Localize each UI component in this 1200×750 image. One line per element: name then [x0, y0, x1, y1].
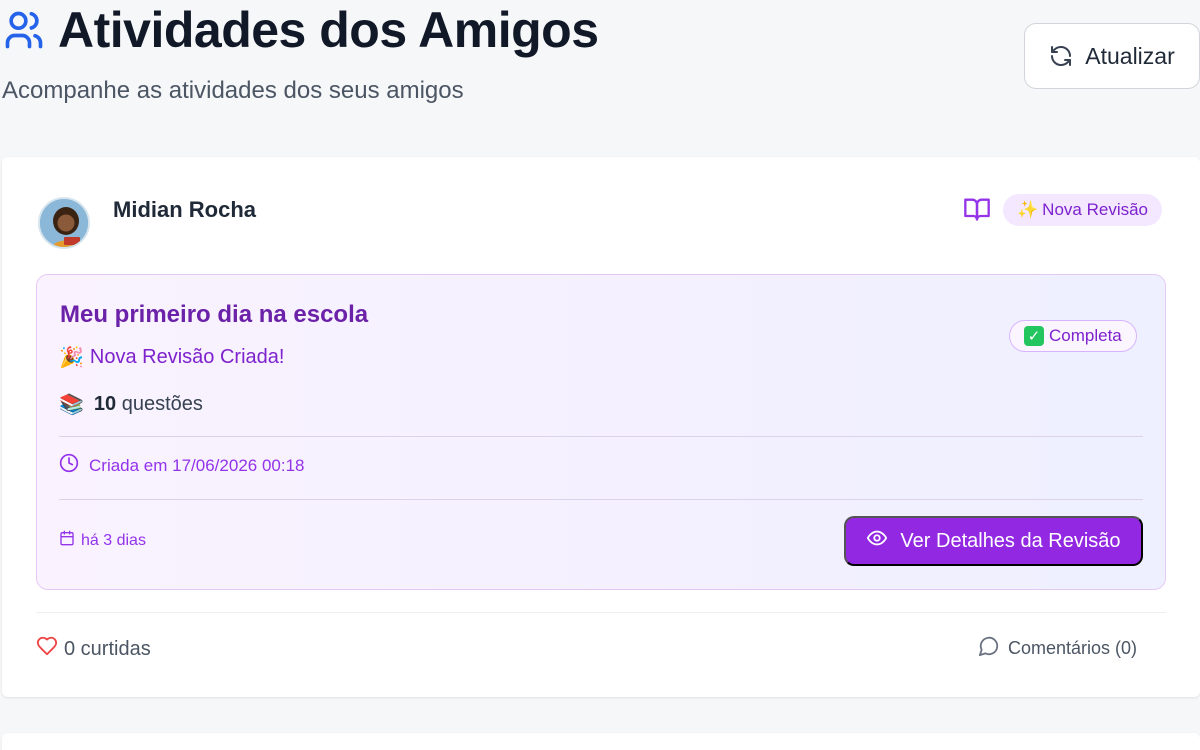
- card-footer-divider: [36, 612, 1166, 613]
- questions-count: 10: [93, 392, 117, 415]
- sparkles-icon: ✨: [1017, 200, 1039, 220]
- activity-card: Midian Rocha ✨ Nova Revisão Meu primeiro…: [2, 157, 1200, 697]
- page-header: Atividades dos Amigos Acompanhe as ativi…: [0, 0, 1200, 150]
- check-icon: ✓: [1024, 326, 1044, 346]
- avatar[interactable]: [38, 197, 90, 249]
- title-row: Atividades dos Amigos: [2, 2, 599, 58]
- questions-line: 📚 10 questões: [59, 392, 203, 416]
- activity-type-label: Nova Revisão: [1042, 200, 1148, 219]
- activity-type-badge: ✨ Nova Revisão: [1003, 194, 1162, 226]
- comments-button[interactable]: Comentários (0): [978, 635, 1137, 662]
- relative-date: há 3 dias: [81, 531, 146, 549]
- next-activity-card: [2, 733, 1200, 750]
- questions-text: 10 questões: [94, 393, 203, 416]
- review-summary-panel: Meu primeiro dia na escola ✓ Completa 🎉 …: [36, 274, 1166, 590]
- comment-bubble-icon: [978, 635, 1000, 662]
- refresh-icon: [1049, 44, 1073, 68]
- comments-label: Comentários (0): [1008, 638, 1138, 658]
- event-text: Nova Revisão Criada!: [89, 345, 285, 368]
- view-review-details-label: Ver Detalhes da Revisão: [900, 529, 1121, 552]
- book-open-icon: [962, 195, 992, 223]
- books-icon: 📚: [59, 392, 84, 416]
- likes-count: 0 curtidas: [64, 637, 151, 660]
- review-title: Meu primeiro dia na escola: [60, 301, 369, 328]
- users-icon: [2, 5, 46, 55]
- questions-label: questões: [121, 392, 203, 415]
- event-line: 🎉 Nova Revisão Criada!: [59, 345, 284, 369]
- status-label: Completa: [1049, 326, 1122, 345]
- like-button[interactable]: 0 curtidas: [36, 635, 151, 663]
- status-badge: ✓ Completa: [1009, 320, 1137, 352]
- page-title: Atividades dos Amigos: [58, 2, 599, 58]
- heart-icon: [36, 635, 58, 663]
- calendar-icon: [59, 530, 75, 551]
- page-subtitle: Acompanhe as atividades dos seus amigos: [2, 77, 464, 104]
- refresh-button[interactable]: Atualizar: [1024, 23, 1200, 89]
- refresh-button-label: Atualizar: [1085, 42, 1175, 69]
- view-review-details-button[interactable]: Ver Detalhes da Revisão: [844, 516, 1143, 566]
- created-line: Criada em 17/06/2026 00:18: [59, 453, 305, 478]
- divider: [59, 436, 1143, 437]
- eye-icon: [866, 527, 888, 555]
- user-name[interactable]: Midian Rocha: [113, 197, 256, 223]
- relative-date-line: há 3 dias: [59, 530, 146, 551]
- created-text: Criada em 17/06/2026 00:18: [89, 455, 305, 475]
- friends-activity-page: Atividades dos Amigos Acompanhe as ativi…: [0, 0, 1200, 750]
- avatar-illustration: [40, 199, 88, 247]
- party-popper-icon: 🎉: [59, 345, 84, 369]
- clock-icon: [59, 453, 79, 478]
- divider: [59, 499, 1143, 500]
